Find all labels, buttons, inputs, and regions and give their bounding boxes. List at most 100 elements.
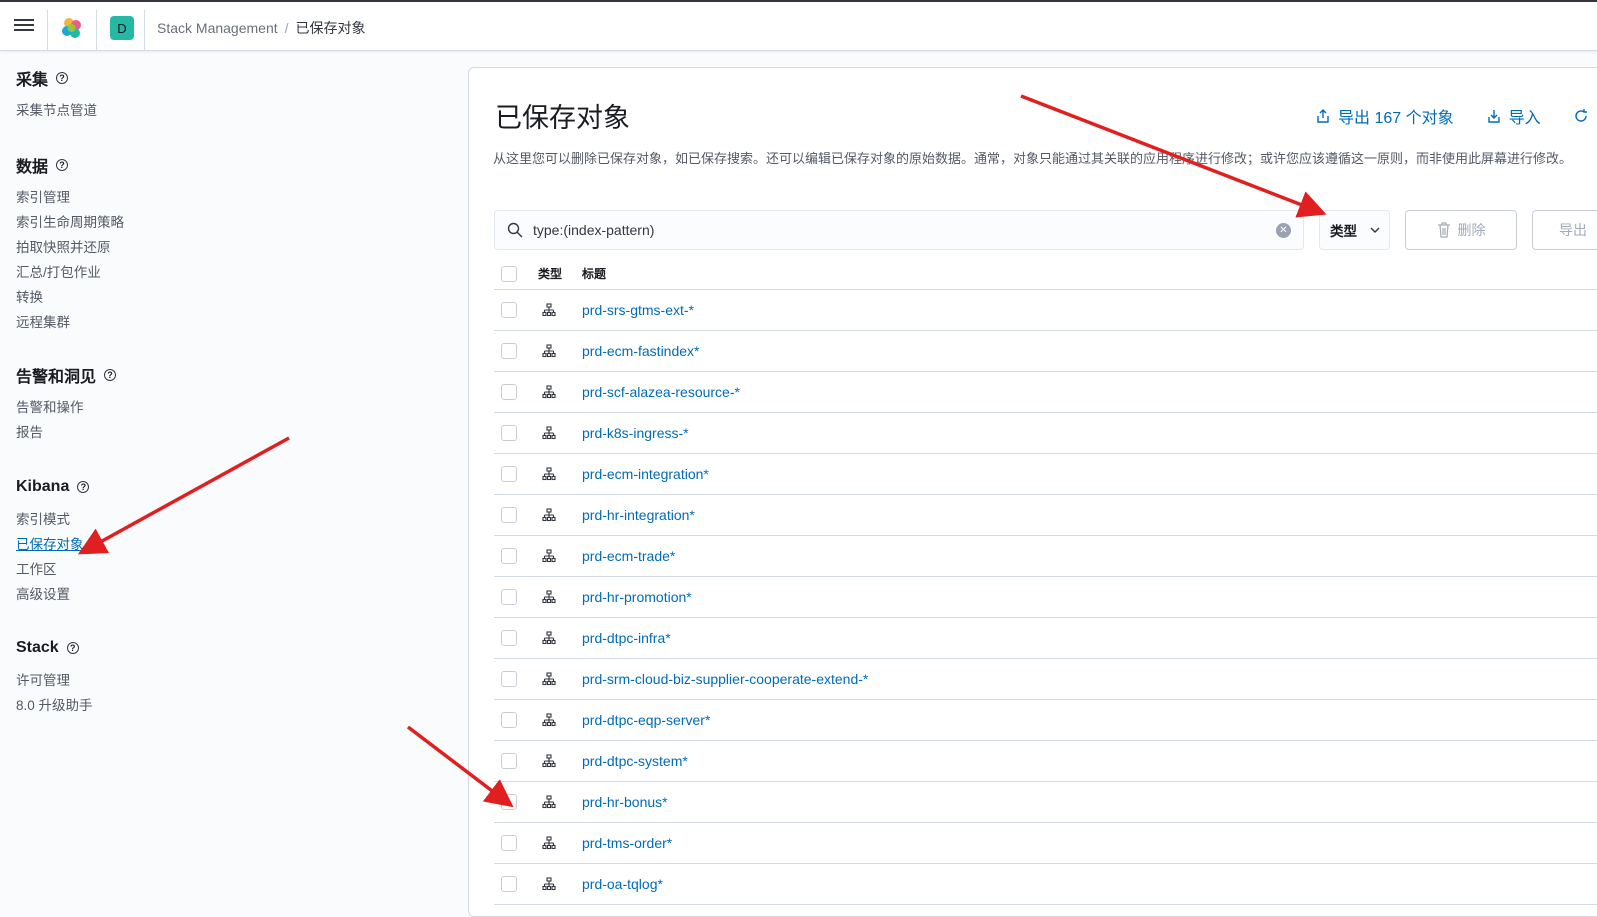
export-label: 导出: [1559, 222, 1587, 238]
row-checkbox[interactable]: [501, 466, 517, 482]
row-title-link[interactable]: prd-srs-gtms-ext-*: [582, 302, 694, 318]
row-checkbox[interactable]: [501, 876, 517, 892]
select-all-checkbox[interactable]: [501, 265, 517, 282]
sidebar-item-ilm-policies[interactable]: 索引生命周期策略: [16, 210, 124, 235]
refresh-icon: [1574, 109, 1587, 122]
help-icon[interactable]: ?: [66, 642, 79, 654]
index-pattern-icon: [542, 713, 556, 727]
row-checkbox[interactable]: [501, 343, 517, 359]
row-title-link[interactable]: prd-ecm-fastindex*: [582, 343, 700, 359]
row-title-link[interactable]: prd-k8s-ingress-*: [582, 425, 689, 441]
export-button[interactable]: 导出: [1532, 210, 1597, 250]
row-checkbox[interactable]: [501, 548, 517, 564]
sidebar-item-remote-clusters[interactable]: 远程集群: [16, 310, 124, 335]
row-title-link[interactable]: prd-dtpc-eqp-server*: [582, 712, 710, 728]
row-checkbox[interactable]: [501, 835, 517, 851]
type-filter-dropdown[interactable]: 类型: [1319, 210, 1390, 250]
sidebar-item-index-patterns[interactable]: 索引模式: [16, 507, 89, 532]
sidebar-item-saved-objects[interactable]: 已保存对象: [16, 532, 89, 557]
row-checkbox[interactable]: [501, 753, 517, 769]
row-checkbox[interactable]: [501, 507, 517, 523]
sidebar-item-rollup-jobs[interactable]: 汇总/打包作业: [16, 260, 124, 285]
breadcrumb-stack-management[interactable]: Stack Management: [157, 20, 278, 36]
row-title-link[interactable]: prd-hr-bonus*: [582, 794, 668, 810]
index-pattern-icon: [542, 344, 556, 358]
sidebar-item-index-management[interactable]: 索引管理: [16, 185, 124, 210]
sidebar-section-data: 数据? 索引管理 索引生命周期策略 拍取快照并还原 汇总/打包作业 转换 远程集…: [16, 154, 124, 335]
index-pattern-icon: [542, 508, 556, 522]
row-title-link[interactable]: prd-hr-promotion*: [582, 589, 692, 605]
section-title: 数据: [16, 159, 49, 176]
index-pattern-icon: [542, 672, 556, 686]
delete-button[interactable]: 删除: [1405, 210, 1517, 250]
table-row: prd-srs-gtms-ext-*: [494, 290, 1597, 331]
row-title-link[interactable]: prd-srm-cloud-biz-supplier-cooperate-ext…: [582, 671, 868, 687]
sidebar-item-transforms[interactable]: 转换: [16, 285, 124, 310]
header-divider: [144, 10, 145, 50]
breadcrumb: Stack Management / 已保存对象: [157, 18, 366, 38]
column-header-type[interactable]: 类型: [538, 265, 582, 282]
section-title: 告警和洞见: [16, 369, 97, 386]
section-title: Stack: [16, 639, 59, 656]
row-title-link[interactable]: prd-oa-tqlog*: [582, 876, 663, 892]
row-checkbox[interactable]: [501, 589, 517, 605]
section-title: 采集: [16, 72, 49, 89]
import-button[interactable]: 导入: [1486, 104, 1541, 128]
help-icon[interactable]: ?: [56, 72, 69, 84]
row-checkbox[interactable]: [501, 671, 517, 687]
index-pattern-icon: [542, 303, 556, 317]
row-checkbox[interactable]: [501, 302, 517, 318]
header-divider: [96, 10, 97, 50]
space-avatar[interactable]: D: [110, 16, 134, 40]
sidebar-item-upgrade-assistant[interactable]: 8.0 升级助手: [16, 693, 93, 718]
table-row: prd-dtpc-system*: [494, 741, 1597, 782]
sidebar-section-alerts-insights: 告警和洞见? 告警和操作 报告: [16, 364, 117, 445]
export-all-button[interactable]: 导出 167 个对象: [1315, 104, 1454, 128]
index-pattern-icon: [542, 631, 556, 645]
sidebar-item-reporting[interactable]: 报告: [16, 420, 116, 445]
table-row: prd-srm-cloud-biz-supplier-cooperate-ext…: [494, 659, 1597, 700]
clear-search-icon[interactable]: ✕: [1276, 223, 1291, 238]
table-row: prd-oa-tqlog*: [494, 864, 1597, 905]
sidebar-item-advanced-settings[interactable]: 高级设置: [16, 582, 89, 607]
header-divider: [47, 10, 48, 50]
sidebar-section-kibana: Kibana? 索引模式 已保存对象 工作区 高级设置: [16, 476, 90, 607]
search-bar[interactable]: type:(index-pattern) ✕: [494, 210, 1304, 250]
column-header-title[interactable]: 标题: [582, 265, 606, 282]
refresh-button[interactable]: [1573, 104, 1589, 128]
index-pattern-icon: [542, 795, 556, 809]
row-checkbox[interactable]: [501, 630, 517, 646]
elastic-logo-icon[interactable]: [60, 16, 84, 40]
index-pattern-icon: [542, 426, 556, 440]
row-checkbox[interactable]: [501, 384, 517, 400]
index-pattern-icon: [542, 385, 556, 399]
row-title-link[interactable]: prd-hr-integration*: [582, 507, 695, 523]
row-title-link[interactable]: prd-dtpc-infra*: [582, 630, 671, 646]
table-row: prd-scf-alazea-resource-*: [494, 372, 1597, 413]
row-checkbox[interactable]: [501, 794, 517, 810]
index-pattern-icon: [542, 467, 556, 481]
sidebar-item-snapshot-restore[interactable]: 拍取快照并还原: [16, 235, 124, 260]
row-title-link[interactable]: prd-ecm-integration*: [582, 466, 709, 482]
table-row: prd-ecm-integration*: [494, 454, 1597, 495]
row-title-link[interactable]: prd-ecm-trade*: [582, 548, 675, 564]
sidebar-section-ingest: 采集? 采集节点管道: [16, 67, 97, 123]
help-icon[interactable]: ?: [77, 481, 90, 493]
sidebar-item-ingest-pipelines[interactable]: 采集节点管道: [16, 98, 97, 123]
sidebar-item-spaces[interactable]: 工作区: [16, 557, 89, 582]
row-title-link[interactable]: prd-scf-alazea-resource-*: [582, 384, 740, 400]
sidebar-item-alerts-actions[interactable]: 告警和操作: [16, 395, 116, 420]
row-checkbox[interactable]: [501, 425, 517, 441]
table-row: prd-ecm-trade*: [494, 536, 1597, 577]
sidebar-item-license-management[interactable]: 许可管理: [16, 668, 93, 693]
help-icon[interactable]: ?: [56, 159, 69, 171]
hamburger-menu-icon[interactable]: [12, 16, 36, 38]
row-title-link[interactable]: prd-dtpc-system*: [582, 753, 688, 769]
help-icon[interactable]: ?: [104, 369, 117, 381]
table-row: prd-ecm-fastindex*: [494, 331, 1597, 372]
row-title-link[interactable]: prd-tms-order*: [582, 835, 672, 851]
table-body: prd-srs-gtms-ext-* prd-ecm-fastindex* prd-…: [494, 290, 1597, 905]
row-checkbox[interactable]: [501, 712, 517, 728]
table-row: prd-dtpc-eqp-server*: [494, 700, 1597, 741]
search-input[interactable]: type:(index-pattern): [533, 222, 654, 238]
